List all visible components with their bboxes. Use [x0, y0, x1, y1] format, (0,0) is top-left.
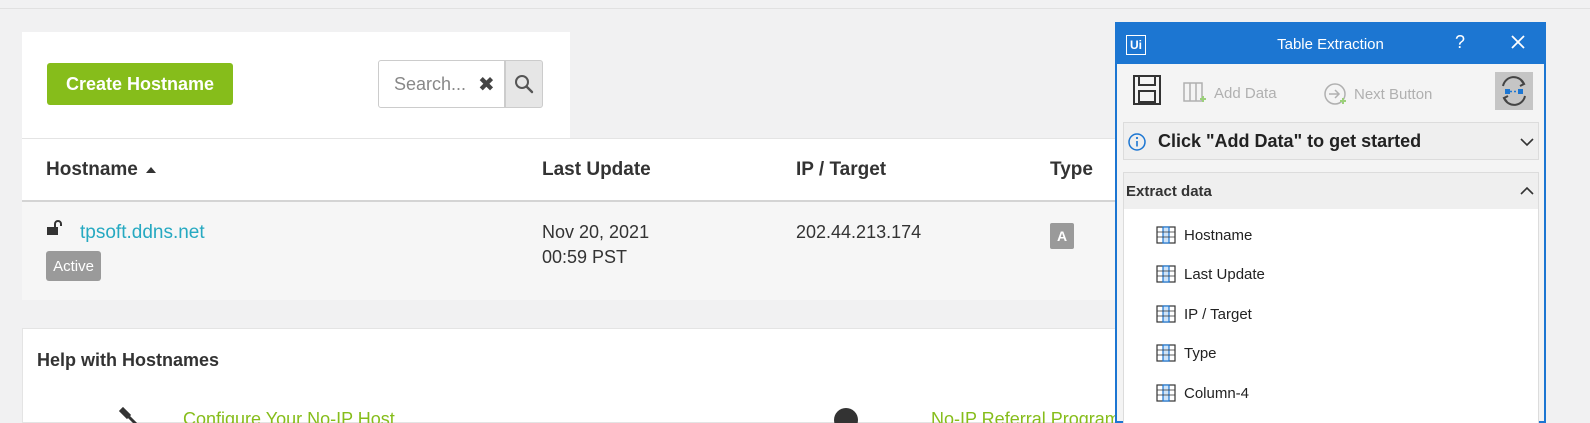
- column-icon: [1156, 226, 1176, 244]
- extract-data-section: Extract data Hostname Last Update IP / T…: [1123, 172, 1539, 423]
- column-label: Hostname: [1184, 226, 1253, 244]
- panel-toolbar: Add Data Next Button: [1117, 64, 1544, 120]
- info-text: Click "Add Data" to get started: [1158, 131, 1422, 151]
- refresh-icon: [1502, 76, 1526, 106]
- column-item-type[interactable]: Type: [1156, 344, 1217, 362]
- top-divider: [0, 0, 1590, 9]
- last-update-date: Nov 20, 2021: [542, 222, 650, 242]
- table-extraction-panel: Ui Table Extraction ? Add Data Next Butt…: [1115, 22, 1546, 423]
- column-label: IP / Target: [1184, 305, 1252, 323]
- hostname-table: Hostname Last Update IP / Target Type tp…: [22, 138, 1122, 300]
- column-icon: [1156, 265, 1176, 283]
- clear-search-icon[interactable]: ✖: [478, 72, 495, 97]
- column-icon: [1156, 344, 1176, 362]
- add-data-icon: [1183, 82, 1206, 102]
- toolbar-card: Create Hostname ✖: [22, 32, 570, 138]
- next-button-label: Next Button: [1354, 85, 1433, 103]
- header-type[interactable]: Type: [1050, 159, 1093, 181]
- panel-title-bar: Ui Table Extraction ?: [1117, 24, 1544, 64]
- search-box: ✖: [378, 60, 543, 108]
- column-label: Last Update: [1184, 265, 1265, 283]
- search-button[interactable]: [505, 60, 543, 108]
- extract-data-title: Extract data: [1126, 183, 1212, 200]
- table-header: Hostname Last Update IP / Target Type: [22, 138, 1122, 202]
- info-icon: [1128, 133, 1146, 151]
- column-item-ip-target[interactable]: IP / Target: [1156, 305, 1252, 323]
- last-update-cell: Nov 20, 2021 00:59 PST: [542, 220, 649, 270]
- column-item-column-4[interactable]: Column-4: [1156, 384, 1249, 402]
- wrench-icon: [119, 407, 138, 423]
- next-button-button[interactable]: Next Button: [1323, 82, 1432, 106]
- panel-title: Table Extraction: [1277, 36, 1384, 53]
- help-card: Help with Hostnames Configure Your No-IP…: [22, 328, 1122, 423]
- help-link-referral[interactable]: No-IP Referral Program: [931, 409, 1120, 423]
- info-bar[interactable]: Click "Add Data" to get started: [1123, 122, 1539, 160]
- header-ip-target[interactable]: IP / Target: [796, 159, 886, 181]
- column-label: Type: [1184, 344, 1217, 362]
- next-button-icon: [1324, 83, 1346, 105]
- help-button[interactable]: ?: [1455, 32, 1465, 53]
- table-row: tpsoft.ddns.net Active Nov 20, 2021 00:5…: [22, 202, 1122, 300]
- column-label: Column-4: [1184, 384, 1250, 402]
- column-item-last-update[interactable]: Last Update: [1156, 265, 1265, 283]
- help-title: Help with Hostnames: [37, 350, 220, 370]
- header-hostname[interactable]: Hostname: [46, 159, 157, 181]
- status-badge: Active: [46, 251, 101, 281]
- help-link-configure[interactable]: Configure Your No-IP Host: [183, 409, 395, 423]
- ip-target-cell: 202.44.213.174: [796, 222, 922, 242]
- chevron-up-icon[interactable]: [1520, 186, 1534, 196]
- add-data-label: Add Data: [1214, 84, 1277, 102]
- column-item-hostname[interactable]: Hostname: [1156, 226, 1252, 244]
- close-icon[interactable]: [1509, 33, 1527, 51]
- create-hostname-button[interactable]: Create Hostname: [47, 63, 233, 105]
- chevron-down-icon[interactable]: [1520, 137, 1534, 147]
- referral-icon: [834, 408, 858, 423]
- save-icon[interactable]: [1132, 74, 1162, 106]
- refresh-button[interactable]: [1495, 72, 1533, 110]
- extract-data-header[interactable]: Extract data: [1124, 173, 1538, 209]
- add-data-button[interactable]: Add Data: [1183, 82, 1277, 104]
- last-update-time: 00:59 PST: [542, 247, 628, 267]
- column-icon: [1156, 305, 1176, 323]
- header-last-update[interactable]: Last Update: [542, 159, 651, 181]
- type-badge: A: [1050, 223, 1074, 249]
- unlock-icon: [47, 220, 62, 235]
- column-icon: [1156, 384, 1176, 402]
- sort-asc-icon: [146, 167, 157, 173]
- hostname-link[interactable]: tpsoft.ddns.net: [80, 222, 205, 244]
- search-icon: [515, 75, 534, 94]
